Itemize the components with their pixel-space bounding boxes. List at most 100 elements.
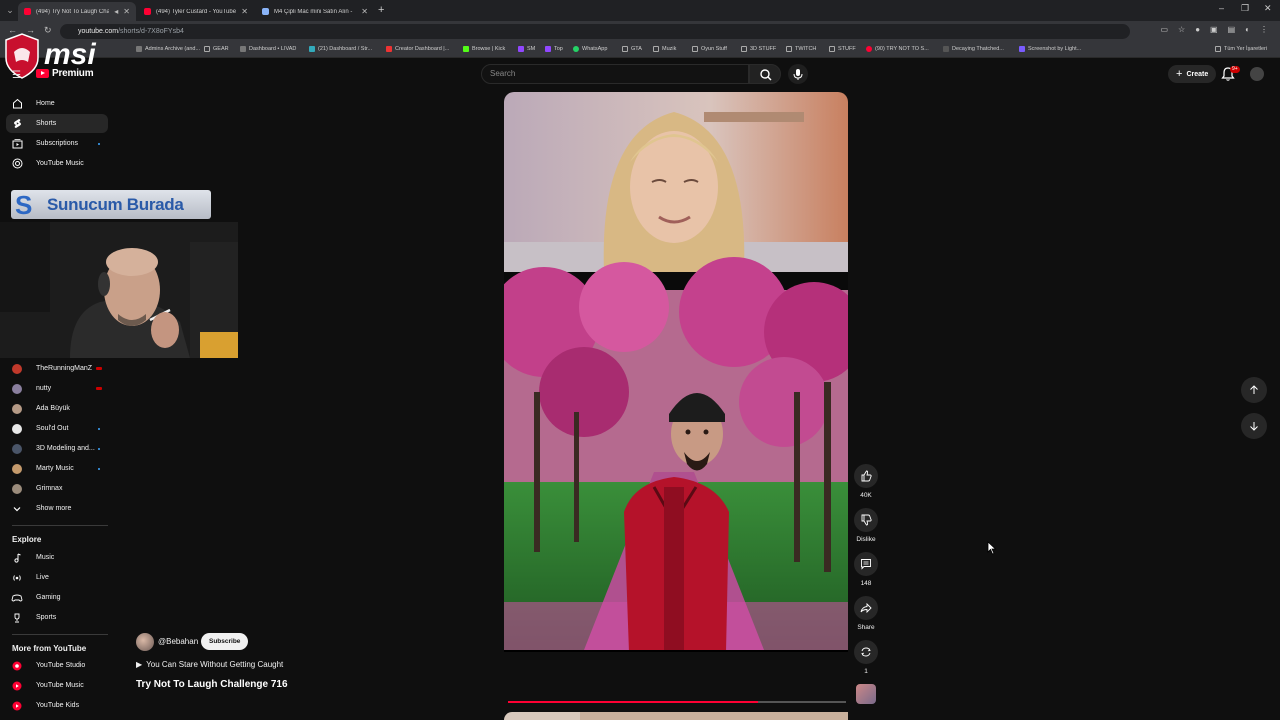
menu-icon[interactable]: ☰: [12, 70, 21, 81]
song-link[interactable]: ▶ You Can Stare Without Getting Caught: [136, 660, 283, 669]
channel-avatar: [12, 483, 22, 494]
like-button[interactable]: 40K: [853, 464, 879, 499]
bookmark-item[interactable]: WhatsApp: [573, 46, 607, 52]
channel-name[interactable]: @Bebahan: [158, 637, 198, 646]
bookmark-favicon-icon: [240, 46, 246, 52]
browser-tab-3[interactable]: M4 Çipli Mac mini Satın Alın - ✕: [256, 2, 374, 21]
sound-thumbnail[interactable]: [856, 684, 876, 704]
comment-icon: [854, 552, 878, 576]
extension-icon[interactable]: ●: [1195, 25, 1200, 34]
close-tab-icon[interactable]: ✕: [241, 7, 248, 16]
sidebar-item-shorts[interactable]: Shorts: [6, 114, 108, 133]
sidebar-subscription-item[interactable]: 3D Modeling and...: [6, 439, 108, 458]
bookmark-star-icon[interactable]: ☆: [1178, 25, 1185, 34]
speaker-icon[interactable]: ◂: [114, 7, 118, 16]
sidebar-icon[interactable]: ▤: [1228, 25, 1236, 34]
bookmark-item[interactable]: (90) TRY NOT TO S...: [866, 46, 929, 52]
search-input[interactable]: Search: [481, 64, 749, 84]
sidebar-subscription-item[interactable]: Grimnax: [6, 479, 108, 498]
bookmark-item[interactable]: Admins Archive (and...: [136, 46, 200, 52]
sidebar-item-youtube-music[interactable]: YouTube Music: [6, 154, 108, 173]
channel-avatar[interactable]: [136, 633, 154, 651]
youtube-logo[interactable]: Premium: [36, 68, 94, 79]
close-window-icon[interactable]: ✕: [1264, 3, 1272, 14]
close-tab-icon[interactable]: ✕: [361, 7, 368, 16]
cast-icon[interactable]: ▭: [1160, 25, 1168, 34]
bookmark-item[interactable]: 3D STUFF: [741, 46, 776, 52]
sidebar-item-music[interactable]: Music: [6, 548, 108, 567]
previous-short-button[interactable]: [1241, 377, 1267, 403]
sidebar-item-gaming[interactable]: Gaming: [6, 588, 108, 607]
url-field[interactable]: youtube.com/shorts/d-7X8oFYsb4: [60, 24, 1130, 39]
toolbar-icons: ▭ ☆ ● ▣ ▤ ◐ ⋮: [1160, 25, 1268, 34]
microphone-icon: [793, 69, 803, 80]
bookmark-label: STUFF: [838, 46, 856, 52]
short-video-player[interactable]: [504, 92, 848, 652]
channel-avatar: [12, 363, 22, 374]
all-bookmarks[interactable]: Tüm Yer İşaretleri: [1215, 46, 1267, 52]
sponsor-banner: S Sunucum Burada: [11, 190, 211, 220]
bookmark-item[interactable]: Browse | Kick: [463, 46, 505, 52]
bookmark-item[interactable]: Creator Dashboard |...: [386, 46, 449, 52]
sidebar-item-sports[interactable]: Sports: [6, 608, 108, 627]
sidebar-item-youtube-studio[interactable]: YouTube Studio: [6, 656, 108, 675]
sidebar-item-label: Subscriptions: [36, 140, 79, 147]
share-button[interactable]: Share: [853, 596, 879, 631]
sidebar-subscription-item[interactable]: Ada Büyük: [6, 399, 108, 418]
channel-avatar: [12, 403, 22, 414]
bookmark-item[interactable]: Top: [545, 46, 563, 52]
bookmark-item[interactable]: Decaying Thatched...: [943, 46, 1004, 52]
music-note-icon: [6, 553, 28, 563]
premium-label: Premium: [52, 68, 94, 79]
bookmark-item[interactable]: Screenshot by Light...: [1019, 46, 1081, 52]
next-short-preview[interactable]: [504, 712, 848, 720]
maximize-icon[interactable]: ❐: [1241, 3, 1249, 14]
trophy-icon: [6, 613, 28, 623]
tab-search-icon[interactable]: ⌄: [4, 4, 16, 16]
sidebar-item-youtube-music-app[interactable]: YouTube Music: [6, 676, 108, 695]
bookmark-item[interactable]: SM: [518, 46, 535, 52]
bookmark-item[interactable]: STUFF: [829, 46, 856, 52]
bookmark-item[interactable]: Dashboard • LIVAD: [240, 46, 296, 52]
menu-icon[interactable]: ⋮: [1260, 25, 1268, 34]
voice-search-button[interactable]: [788, 64, 808, 84]
msi-wordmark: msi: [44, 38, 96, 71]
next-short-button[interactable]: [1241, 413, 1267, 439]
sidebar-subscription-item[interactable]: nutty: [6, 379, 108, 398]
channel-avatar: [12, 423, 22, 434]
dislike-button[interactable]: Dislike: [853, 508, 879, 543]
browser-tab-1[interactable]: (494) Try Not To Laugh Chall... ◂ ✕: [18, 2, 136, 21]
puzzle-icon[interactable]: ▣: [1210, 25, 1218, 34]
sidebar-subscription-item[interactable]: TheRunningManZ: [6, 359, 108, 378]
live-indicator-icon: [96, 367, 102, 370]
bookmark-item[interactable]: (21) Dashboard / Str...: [309, 46, 372, 52]
subscribe-button[interactable]: Subscribe: [201, 633, 249, 650]
new-tab-button[interactable]: +: [378, 4, 384, 16]
minimize-icon[interactable]: –: [1219, 3, 1224, 13]
sidebar-item-home[interactable]: Home: [6, 94, 108, 113]
sidebar-item-youtube-kids[interactable]: YouTube Kids: [6, 696, 108, 715]
close-tab-icon[interactable]: ✕: [123, 7, 130, 16]
bookmark-item[interactable]: TWITCH: [786, 46, 816, 52]
bookmark-item[interactable]: GTA: [622, 46, 642, 52]
video-progress-bar[interactable]: [508, 701, 846, 703]
more-from-youtube-heading: More from YouTube: [12, 644, 87, 653]
search-button[interactable]: [749, 64, 781, 84]
profile-icon[interactable]: ◐: [1245, 25, 1250, 34]
thumbs-up-icon: [854, 464, 878, 488]
account-avatar[interactable]: [1250, 67, 1264, 81]
sidebar-item-live[interactable]: Live: [6, 568, 108, 587]
remix-button[interactable]: 1: [853, 640, 879, 675]
browser-tab-2[interactable]: (494) Tyler Custard - YouTube ✕: [138, 2, 254, 21]
bookmark-item[interactable]: Oyun Stuff: [692, 46, 727, 52]
show-more-button[interactable]: Show more: [6, 499, 108, 518]
sidebar-subscription-item[interactable]: Soul'd Out: [6, 419, 108, 438]
sidebar-subscription-item[interactable]: Marty Music: [6, 459, 108, 478]
bookmark-item[interactable]: Muzik: [653, 46, 676, 52]
comments-button[interactable]: 148: [853, 552, 879, 587]
bookmark-item[interactable]: GEAR: [204, 46, 229, 52]
sidebar-item-subscriptions[interactable]: Subscriptions: [6, 134, 108, 153]
sidebar-item-label: Grimnax: [36, 485, 63, 492]
sidebar-item-label: Gaming: [36, 594, 61, 601]
create-button[interactable]: + Create: [1168, 65, 1217, 83]
